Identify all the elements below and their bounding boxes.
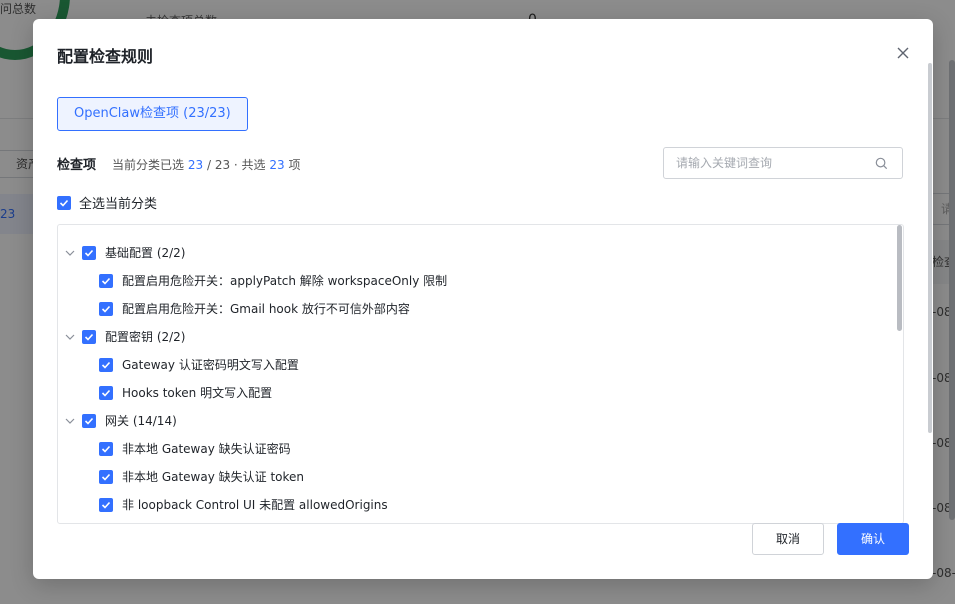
tree-item-label: Hooks token 明文写入配置 xyxy=(122,386,273,400)
stat-prefix: 当前分类已选 xyxy=(112,158,185,172)
keyword-search xyxy=(663,147,903,179)
chevron-down-icon[interactable] xyxy=(64,331,76,343)
stat-total-count: 23 xyxy=(269,158,285,172)
tree-group-label: 基础配置 (2/2) xyxy=(105,246,186,260)
tree-item[interactable]: Gateway 认证密码明文写入配置 xyxy=(99,356,299,373)
checkbox-checked-icon[interactable] xyxy=(99,441,113,456)
checkbox-checked-icon[interactable] xyxy=(99,497,113,512)
tab-openclaw[interactable]: OpenClaw检查项 (23/23) xyxy=(57,97,248,131)
checkbox-checked-icon[interactable] xyxy=(82,413,96,428)
tree-item-label: 非本地 Gateway 缺失认证密码 xyxy=(122,442,291,456)
tree-group-basic[interactable]: 基础配置 (2/2) xyxy=(64,244,186,261)
modal-title: 配置检查规则 xyxy=(57,47,154,66)
tree-item[interactable]: 配置启用危险开关：applyPatch 解除 workspaceOnly 限制 xyxy=(99,272,447,289)
stat-suffix: 项 xyxy=(288,158,301,172)
confirm-button[interactable]: 确认 xyxy=(837,523,909,555)
chevron-down-icon[interactable] xyxy=(64,415,76,427)
modal-scrollbar[interactable] xyxy=(928,63,932,433)
tree-item[interactable]: Hooks token 明文写入配置 xyxy=(99,384,272,401)
tree-group-label: 网关 (14/14) xyxy=(105,414,177,428)
tree-item-label: Gateway 认证密码明文写入配置 xyxy=(122,358,299,372)
cancel-button[interactable]: 取消 xyxy=(752,523,824,555)
checkbox-checked-icon[interactable] xyxy=(99,273,113,288)
stat-selected-count: 23 xyxy=(187,158,204,172)
config-rules-modal: 配置检查规则 OpenClaw检查项 (23/23) 检查项 当前分类已选 23… xyxy=(33,19,933,579)
close-icon[interactable] xyxy=(895,45,911,61)
tree-scrollbar[interactable] xyxy=(897,225,902,331)
tree-item-label: 配置启用危险开关：applyPatch 解除 workspaceOnly 限制 xyxy=(122,274,448,288)
select-all-label: 全选当前分类 xyxy=(79,197,158,212)
checkbox-checked-icon[interactable] xyxy=(57,195,71,210)
checkbox-checked-icon[interactable] xyxy=(82,329,96,344)
checkbox-checked-icon[interactable] xyxy=(82,245,96,260)
checkbox-checked-icon[interactable] xyxy=(99,357,113,372)
checkbox-checked-icon[interactable] xyxy=(99,301,113,316)
checkbox-checked-icon[interactable] xyxy=(99,385,113,400)
tree-group-label: 配置密钥 (2/2) xyxy=(105,330,186,344)
select-all-checkbox[interactable]: 全选当前分类 xyxy=(57,193,157,212)
tree-item-label: 非本地 Gateway 缺失认证 token xyxy=(122,470,305,484)
tree-item-label: 配置启用危险开关：Gmail hook 放行不可信外部内容 xyxy=(122,302,410,316)
tree-item[interactable]: 非 loopback Control UI 未配置 allowedOrigins xyxy=(99,496,388,513)
selection-stat: 当前分类已选 23 / 23 · 共选 23 项 xyxy=(112,156,300,173)
tree-item[interactable]: 非本地 Gateway 缺失认证密码 xyxy=(99,440,291,457)
chevron-down-icon[interactable] xyxy=(64,247,76,259)
search-icon[interactable] xyxy=(875,157,888,170)
search-input[interactable] xyxy=(676,148,876,178)
items-summary: 检查项 当前分类已选 23 / 23 · 共选 23 项 xyxy=(57,154,301,173)
rule-tree: 基础配置 (2/2) 配置启用危险开关：applyPatch 解除 worksp… xyxy=(57,224,904,524)
tree-group-gateway[interactable]: 网关 (14/14) xyxy=(64,412,177,429)
items-label: 检查项 xyxy=(57,158,97,173)
tree-item[interactable]: 非本地 Gateway 缺失认证 token xyxy=(99,468,304,485)
stat-middle: / 23 · 共选 xyxy=(206,158,266,172)
checkbox-checked-icon[interactable] xyxy=(99,469,113,484)
tree-item-label: 非 loopback Control UI 未配置 allowedOrigins xyxy=(122,498,388,512)
tree-group-secrets[interactable]: 配置密钥 (2/2) xyxy=(64,328,186,345)
tree-item[interactable]: 配置启用危险开关：Gmail hook 放行不可信外部内容 xyxy=(99,300,410,317)
